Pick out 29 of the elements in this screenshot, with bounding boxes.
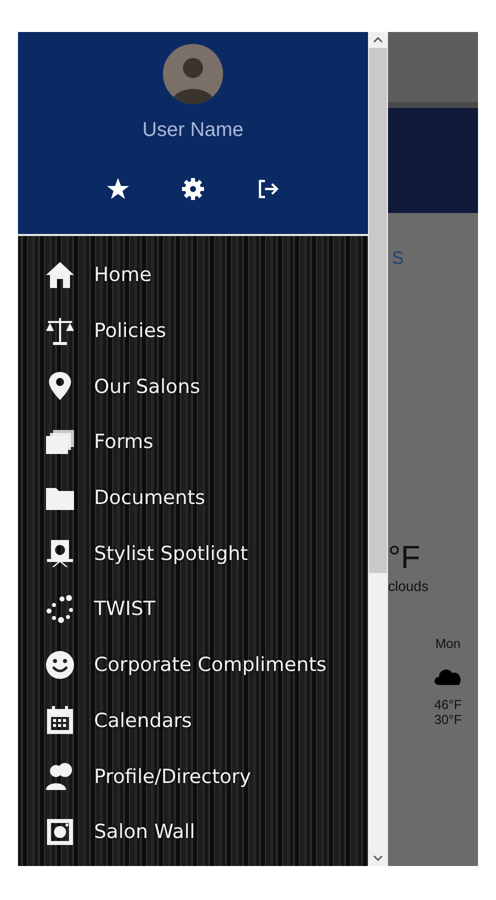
menu-item[interactable]: Calendars bbox=[18, 692, 368, 748]
menu-item[interactable]: Home bbox=[18, 247, 368, 303]
menu-item[interactable]: Stylist Spotlight bbox=[18, 525, 368, 582]
menu-item[interactable]: Salon Wall bbox=[18, 804, 368, 860]
weather-condition: clouds bbox=[388, 578, 430, 594]
menu-item[interactable]: Forms bbox=[18, 414, 368, 470]
scroll-up-icon[interactable] bbox=[373, 36, 383, 44]
menu-item[interactable]: Our Salons bbox=[18, 358, 368, 414]
scroll-down-icon[interactable] bbox=[373, 854, 383, 862]
calendar-icon bbox=[44, 704, 76, 736]
sign-out-button[interactable] bbox=[256, 177, 280, 201]
favorites-button[interactable] bbox=[106, 177, 130, 201]
easel-icon bbox=[44, 537, 76, 570]
menu-item[interactable]: Documents bbox=[18, 470, 368, 526]
sparkles-icon bbox=[44, 592, 76, 625]
menu-item[interactable]: Policies bbox=[18, 302, 368, 358]
user-name: User Name bbox=[142, 119, 244, 142]
scroll-thumb[interactable] bbox=[369, 48, 387, 573]
settings-button[interactable] bbox=[181, 177, 205, 201]
scrollbar[interactable] bbox=[368, 32, 388, 866]
menu-item[interactable]: Corporate Compliments bbox=[18, 636, 368, 692]
menu-item[interactable]: Profile/Directory bbox=[18, 748, 368, 804]
forecast-low: 30°F bbox=[434, 712, 462, 727]
forecast-day: Mon bbox=[435, 636, 461, 651]
smiley-icon bbox=[44, 648, 76, 681]
menu-item[interactable]: TWIST bbox=[18, 581, 368, 637]
temperature: °F bbox=[388, 539, 422, 576]
forecast-high: 46°F bbox=[434, 697, 462, 712]
heading-fragment: s bbox=[392, 243, 405, 271]
